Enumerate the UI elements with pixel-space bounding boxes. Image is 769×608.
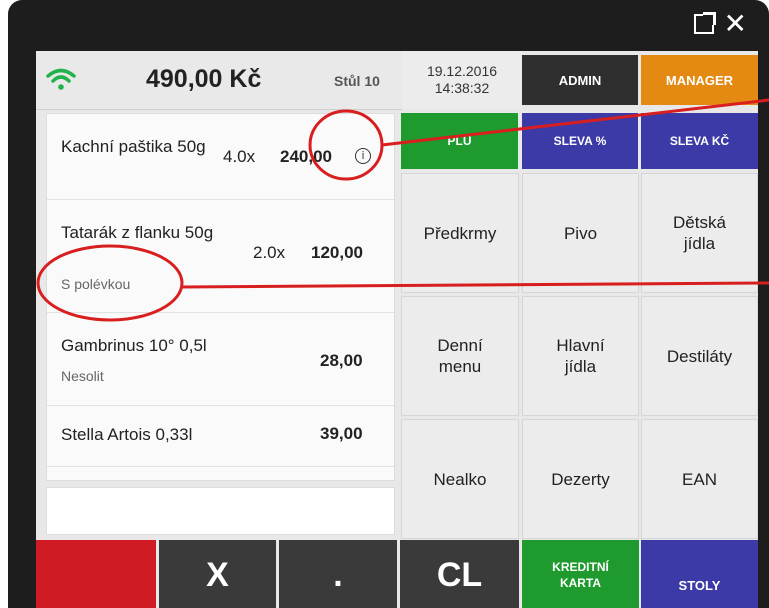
category-dezerty[interactable]: Dezerty (522, 419, 639, 539)
category-detska-jidla[interactable]: Dětská jídla (641, 173, 758, 293)
order-item-price: 240,00 (280, 147, 332, 166)
category-pivo[interactable]: Pivo (522, 173, 639, 293)
credit-card-label: KREDITNÍ (552, 560, 609, 574)
multiply-button[interactable]: X (159, 540, 276, 608)
pos-screen: 490,00 Kč Stůl 10 19.12.2016 14:38:32 AD… (36, 51, 758, 608)
category-label: jídla (683, 234, 716, 253)
red-button[interactable] (36, 540, 156, 608)
order-item-qty: 4.0x (223, 147, 256, 166)
input-field[interactable] (46, 487, 395, 535)
header: 490,00 Kč Stůl 10 19.12.2016 14:38:32 AD… (36, 51, 758, 110)
device-frame: ✕ 490,00 Kč Stůl 10 19.12.2016 14:38:32 (8, 0, 769, 608)
order-item-name: Stella Artois 0,33l (61, 425, 193, 444)
wifi-icon (46, 68, 76, 90)
category-denni-menu[interactable]: Denní menu (401, 296, 519, 416)
order-item-price: 120,00 (311, 243, 363, 262)
window-controls: ✕ (693, 10, 747, 38)
table-number: Stůl 10 (334, 73, 380, 89)
order-item[interactable]: Gambrinus 10° 0,5l 28,00 Nesolit (47, 313, 394, 406)
category-label: Denní (437, 336, 483, 355)
order-item-price: 28,00 (320, 351, 363, 370)
credit-card-label: KARTA (559, 576, 602, 590)
category-label: Dětská (673, 213, 726, 232)
tables-button[interactable]: STOLY (641, 540, 758, 608)
clear-button[interactable]: CL (400, 540, 519, 608)
category-nealko[interactable]: Nealko (401, 419, 519, 539)
manager-button[interactable]: MANAGER (641, 55, 758, 105)
order-item[interactable]: Tatarák z flanku 50g 2.0x 120,00 S polév… (47, 200, 394, 313)
order-item-name: Gambrinus 10° 0,5l (61, 336, 207, 355)
order-item-note: S polévkou (61, 276, 131, 292)
order-item-name: Tatarák z flanku 50g (61, 223, 214, 242)
order-item[interactable]: Kachní paštika 50g 4.0x 240,00 i (47, 114, 394, 200)
order-item-price: 39,00 (320, 424, 363, 443)
order-total: 490,00 Kč (146, 65, 262, 93)
datetime: 19.12.2016 14:38:32 (402, 51, 522, 109)
order-list[interactable]: Kachní paštika 50g 4.0x 240,00 i Tatarák… (46, 113, 395, 481)
category-label: Hlavní (556, 336, 605, 355)
order-item[interactable]: Stella Artois 0,33l 39,00 (47, 406, 394, 467)
sleva-percent-button[interactable]: SLEVA % (522, 113, 638, 169)
category-label: menu (438, 357, 482, 376)
decimal-button[interactable]: . (279, 540, 397, 608)
order-item-note: Nesolit (61, 368, 104, 384)
header-summary: 490,00 Kč Stůl 10 (36, 51, 402, 110)
category-predkrmy[interactable]: Předkrmy (401, 173, 519, 293)
date: 19.12.2016 (426, 63, 498, 79)
plu-button[interactable]: PLU (401, 113, 518, 169)
category-hlavni-jidla[interactable]: Hlavní jídla (522, 296, 639, 416)
info-icon[interactable]: i (355, 148, 371, 164)
external-link-icon[interactable] (693, 12, 716, 34)
sleva-kc-button[interactable]: SLEVA KČ (641, 113, 758, 169)
time: 14:38:32 (434, 80, 490, 96)
category-label: jídla (564, 357, 597, 376)
category-destilaty[interactable]: Destiláty (641, 296, 758, 416)
order-item-qty: 2.0x (253, 243, 286, 262)
credit-card-button[interactable]: KREDITNÍ KARTA (522, 540, 639, 608)
ean-button[interactable]: EAN (641, 419, 758, 539)
admin-button[interactable]: ADMIN (522, 55, 638, 105)
order-item-name: Kachní paštika 50g (61, 137, 206, 156)
stage: ✕ 490,00 Kč Stůl 10 19.12.2016 14:38:32 (0, 0, 769, 608)
close-icon[interactable]: ✕ (724, 10, 747, 38)
